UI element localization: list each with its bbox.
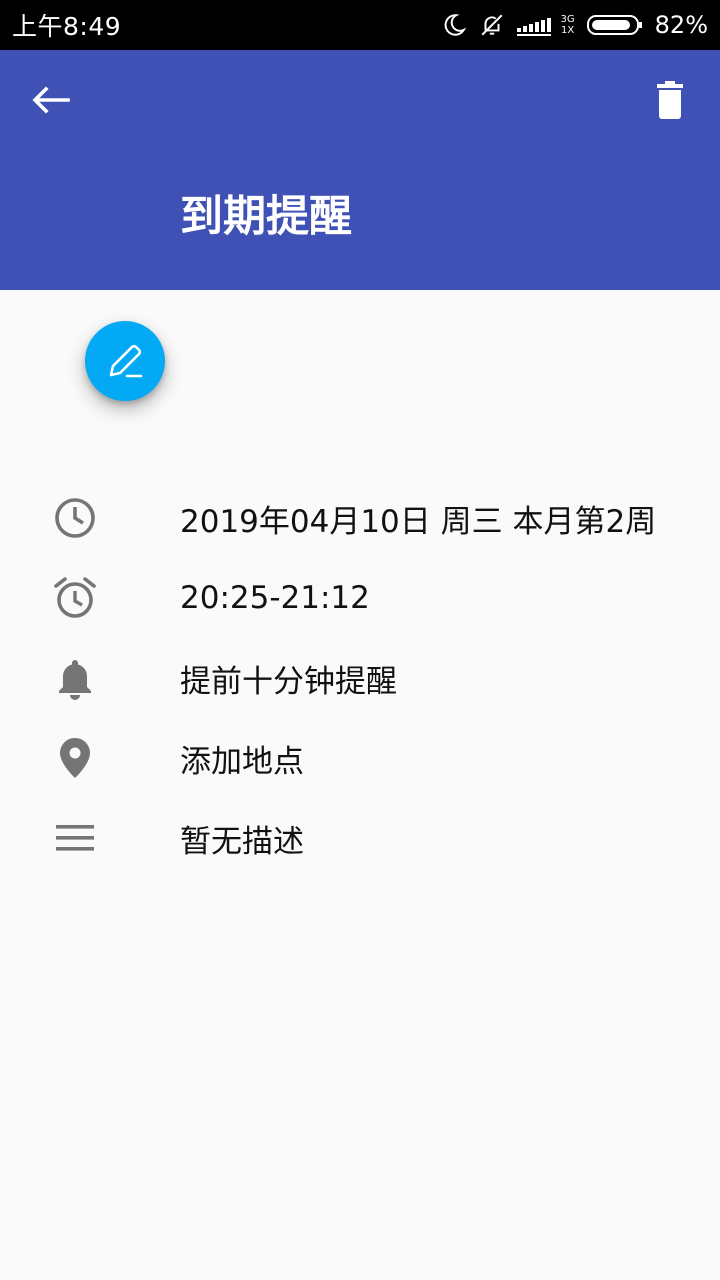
- time-row[interactable]: 20:25-21:12: [0, 558, 720, 638]
- pencil-icon: [109, 344, 143, 378]
- bell-off-icon: [481, 14, 502, 36]
- signal-group: 3G 1X: [516, 13, 575, 37]
- bell-icon: [52, 655, 98, 701]
- battery-percent: 82%: [654, 11, 708, 39]
- location-text: 添加地点: [180, 743, 304, 780]
- menu-lines-icon: [52, 815, 98, 861]
- delete-button[interactable]: [642, 74, 698, 126]
- clock-icon: [52, 495, 98, 541]
- description-row[interactable]: 暂无描述: [0, 798, 720, 878]
- edit-fab-button[interactable]: [85, 321, 165, 401]
- date-row[interactable]: 2019年04月10日 周三 本月第2周: [0, 478, 720, 558]
- app-bar: 到期提醒: [0, 50, 720, 290]
- date-text: 2019年04月10日 周三 本月第2周: [180, 503, 657, 540]
- status-bar: 上午8:49 3G 1X 82%: [0, 0, 720, 50]
- status-icons: 3G 1X 82%: [441, 11, 708, 39]
- page-title: 到期提醒: [180, 192, 352, 242]
- reminder-text: 提前十分钟提醒: [180, 663, 397, 700]
- time-range-text: 20:25-21:12: [180, 580, 370, 616]
- network-type: 3G 1X: [560, 14, 575, 36]
- status-time: 上午8:49: [12, 12, 122, 41]
- back-button[interactable]: [22, 78, 78, 122]
- arrow-left-icon: [32, 86, 70, 114]
- alarm-clock-icon: [52, 575, 98, 621]
- moon-icon: [444, 14, 466, 36]
- location-pin-icon: [52, 735, 98, 781]
- location-row[interactable]: 添加地点: [0, 718, 720, 798]
- reminder-row[interactable]: 提前十分钟提醒: [0, 638, 720, 718]
- trash-icon: [657, 81, 683, 119]
- signal-icon: [516, 18, 551, 36]
- battery-icon: [586, 15, 642, 35]
- description-text: 暂无描述: [180, 823, 304, 860]
